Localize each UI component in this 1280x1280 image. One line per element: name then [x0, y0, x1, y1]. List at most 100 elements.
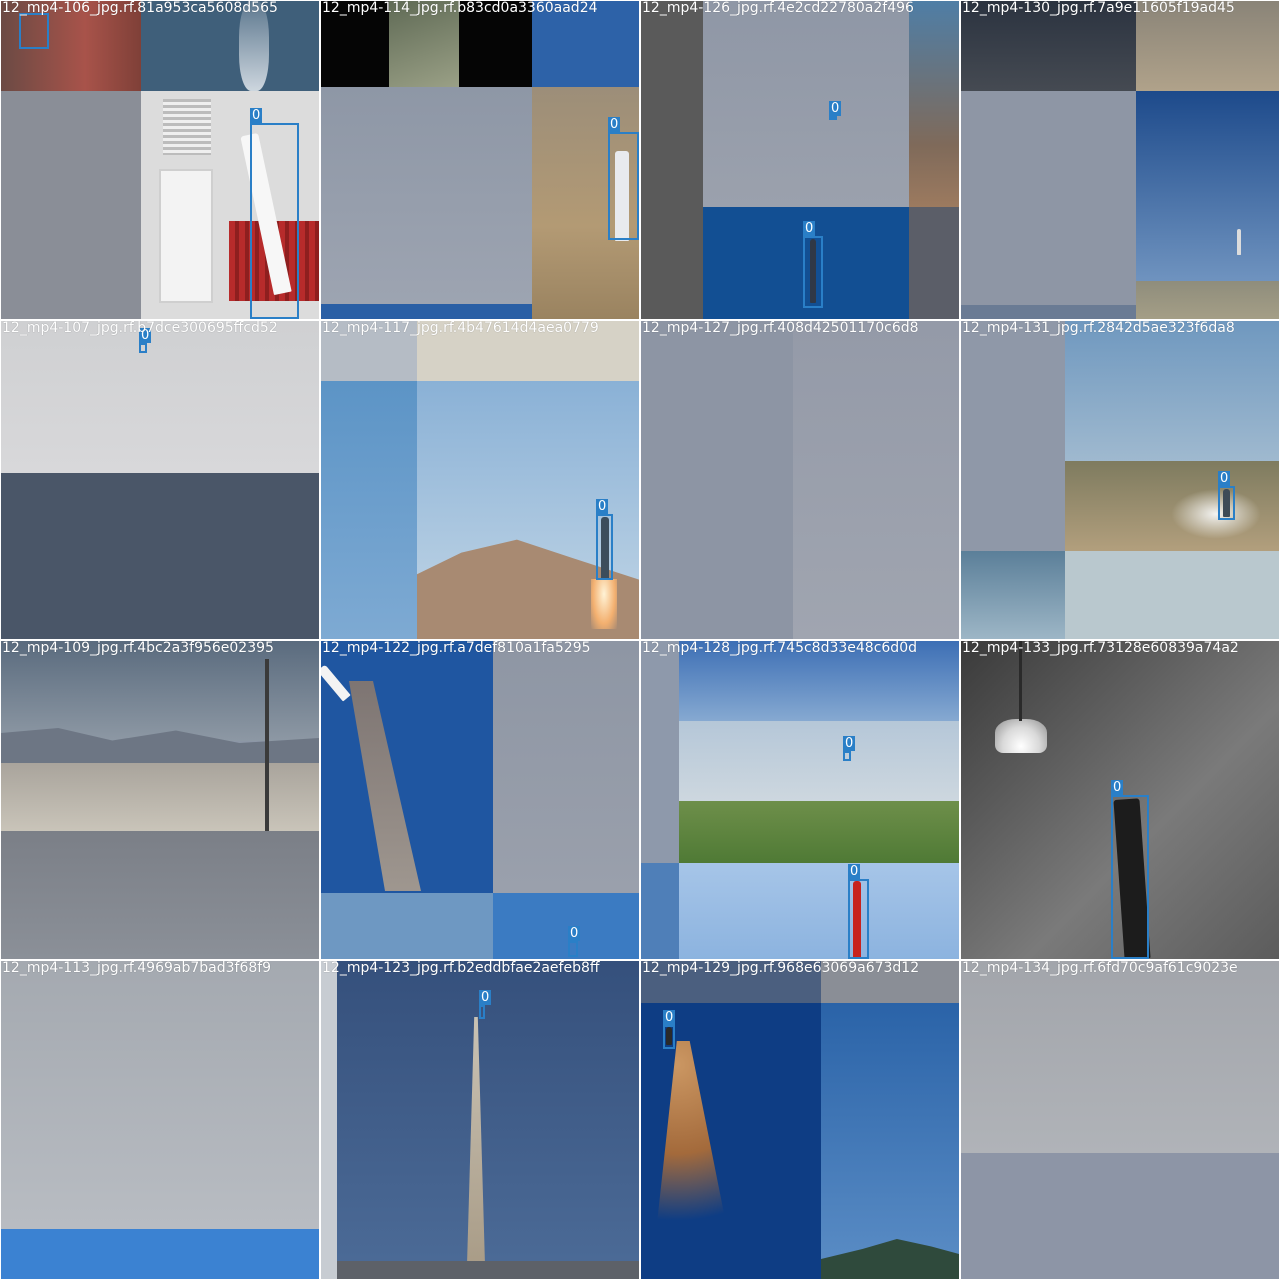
- photo-region: [1, 763, 319, 831]
- detection-box: 0: [250, 108, 299, 319]
- photo-region: [321, 304, 532, 319]
- detection-label: 0: [803, 221, 816, 236]
- mosaic-tile: 0 12_mp4-131_jpg.rf.2842d5ae323f6da8: [961, 321, 1279, 639]
- detection-box: 0: [829, 101, 842, 120]
- photo-region: [321, 893, 493, 959]
- detection-label: 0: [479, 990, 492, 1005]
- detection-label: 0: [1111, 780, 1124, 795]
- photo-region: [909, 1, 959, 207]
- tile-title: 12_mp4-106_jpg.rf.81a953ca5608d565: [2, 1, 278, 16]
- tile-title: 12_mp4-128_jpg.rf.745c8d33e48c6d0d: [642, 641, 917, 656]
- detection-box: 0: [663, 1010, 676, 1049]
- detection-label: 0: [568, 926, 581, 941]
- detection-box: 0: [843, 736, 856, 761]
- tile-title: 12_mp4-131_jpg.rf.2842d5ae323f6da8: [962, 321, 1235, 336]
- photo-region: [1, 961, 319, 1229]
- tile-title: 12_mp4-129_jpg.rf.968e63069a673d12: [642, 961, 920, 976]
- door: [159, 169, 213, 303]
- tile-title: 12_mp4-134_jpg.rf.6fd70c9af61c9023e: [962, 961, 1238, 976]
- detection-label: 0: [843, 736, 856, 751]
- photo-region: [961, 91, 1136, 305]
- detection-box: 0: [568, 926, 581, 957]
- rocket: [1237, 229, 1241, 255]
- ceiling-lamp: [995, 719, 1047, 753]
- detection-box: 0: [848, 864, 869, 959]
- detection-label: 0: [829, 101, 842, 116]
- detection-label: 0: [1218, 471, 1231, 486]
- photo-region: [321, 961, 337, 1279]
- tile-title: 12_mp4-123_jpg.rf.b2eddbfae2aefeb8ff: [322, 961, 600, 976]
- photo-region: [679, 801, 959, 863]
- tile-title: 12_mp4-126_jpg.rf.4e2cd22780a2f496: [642, 1, 914, 16]
- detection-label: 0: [250, 108, 263, 123]
- photo-region: [961, 305, 1136, 319]
- photo-region: [679, 721, 959, 801]
- mosaic-tile: 0 12_mp4-123_jpg.rf.b2eddbfae2aefeb8ff: [321, 961, 639, 1279]
- photo-region: [321, 381, 417, 639]
- mosaic-tile: 0 12_mp4-107_jpg.rf.b7dce300695ffcd52: [1, 321, 319, 639]
- photo-region: [641, 641, 679, 863]
- photo-region: [961, 961, 1279, 1153]
- mosaic-tile: 0 0 12_mp4-128_jpg.rf.745c8d33e48c6d0d: [641, 641, 959, 959]
- tile-title: 12_mp4-130_jpg.rf.7a9e11605f19ad45: [962, 1, 1235, 16]
- photo-region: [1136, 281, 1279, 319]
- mosaic-tile: 0 12_mp4-117_jpg.rf.4b47614d4aea0779: [321, 321, 639, 639]
- photo-region: [1065, 321, 1279, 461]
- mosaic-tile: 12_mp4-113_jpg.rf.4969ab7bad3f68f9: [1, 961, 319, 1279]
- photo-region: [961, 551, 1065, 639]
- photo-region: [337, 1261, 639, 1279]
- photo-region: [793, 321, 959, 639]
- mosaic-tile: 12_mp4-109_jpg.rf.4bc2a3f956e02395: [1, 641, 319, 959]
- detection-box: 0: [608, 117, 639, 240]
- photo-region: [1, 321, 319, 473]
- mosaic-tile: 0 0 12_mp4-126_jpg.rf.4e2cd22780a2f496: [641, 1, 959, 319]
- photo-region: [1, 473, 319, 639]
- tile-title: 12_mp4-114_jpg.rf.b83cd0a3360aad24: [322, 1, 598, 16]
- photo-region: [641, 863, 679, 959]
- detection-label: 0: [848, 864, 861, 879]
- mosaic-tile: 0 12_mp4-129_jpg.rf.968e63069a673d12: [641, 961, 959, 1279]
- detection-label: 0: [608, 117, 621, 132]
- vent: [163, 99, 211, 155]
- mosaic-grid: 0 12_mp4-106_jpg.rf.81a953ca5608d565 0 1…: [0, 0, 1280, 1280]
- photo-region: [1065, 551, 1279, 639]
- detection-box: [19, 13, 49, 49]
- smoke-cloud: [1171, 489, 1261, 539]
- photo-region: [337, 961, 639, 1261]
- detection-box: 0: [1111, 780, 1149, 959]
- mosaic-tile: 0 12_mp4-106_jpg.rf.81a953ca5608d565: [1, 1, 319, 319]
- tile-title: 12_mp4-133_jpg.rf.73128e60839a74a2: [962, 641, 1239, 656]
- tile-title: 12_mp4-122_jpg.rf.a7def810a1fa5295: [322, 641, 591, 656]
- photo-region: [1, 91, 141, 319]
- detection-box: 0: [596, 499, 613, 580]
- tile-title: 12_mp4-127_jpg.rf.408d42501170c6d8: [642, 321, 919, 336]
- photo-region: [641, 321, 793, 639]
- photo-region: [493, 893, 639, 959]
- photo-region: [703, 1, 909, 207]
- mosaic-tile: 12_mp4-130_jpg.rf.7a9e11605f19ad45: [961, 1, 1279, 319]
- photo-region: [961, 321, 1065, 551]
- tile-title: 12_mp4-107_jpg.rf.b7dce300695ffcd52: [2, 321, 278, 336]
- photo-region: [1136, 91, 1279, 281]
- detection-box: 0: [479, 990, 492, 1019]
- photo-region: [321, 87, 532, 319]
- detection-box: 0: [1218, 471, 1235, 520]
- mosaic-tile: 12_mp4-134_jpg.rf.6fd70c9af61c9023e: [961, 961, 1279, 1279]
- tile-title: 12_mp4-113_jpg.rf.4969ab7bad3f68f9: [2, 961, 272, 976]
- detection-box: 0: [139, 328, 152, 353]
- mosaic-tile: 0 12_mp4-114_jpg.rf.b83cd0a3360aad24: [321, 1, 639, 319]
- mosaic-tile: 12_mp4-127_jpg.rf.408d42501170c6d8: [641, 321, 959, 639]
- detection-box: 0: [803, 221, 823, 308]
- photo-region: [1, 831, 319, 959]
- tile-title: 12_mp4-117_jpg.rf.4b47614d4aea0779: [322, 321, 599, 336]
- detection-label: 0: [663, 1010, 676, 1025]
- tile-title: 12_mp4-109_jpg.rf.4bc2a3f956e02395: [2, 641, 274, 656]
- mosaic-tile: 0 12_mp4-133_jpg.rf.73128e60839a74a2: [961, 641, 1279, 959]
- photo-region: [961, 1153, 1279, 1279]
- photo-region: [1, 1229, 319, 1279]
- exhaust-flame: [591, 579, 617, 629]
- pole: [265, 659, 269, 831]
- mosaic-tile: 0 12_mp4-122_jpg.rf.a7def810a1fa5295: [321, 641, 639, 959]
- photo-region: [493, 641, 639, 893]
- photo-region: [909, 207, 959, 319]
